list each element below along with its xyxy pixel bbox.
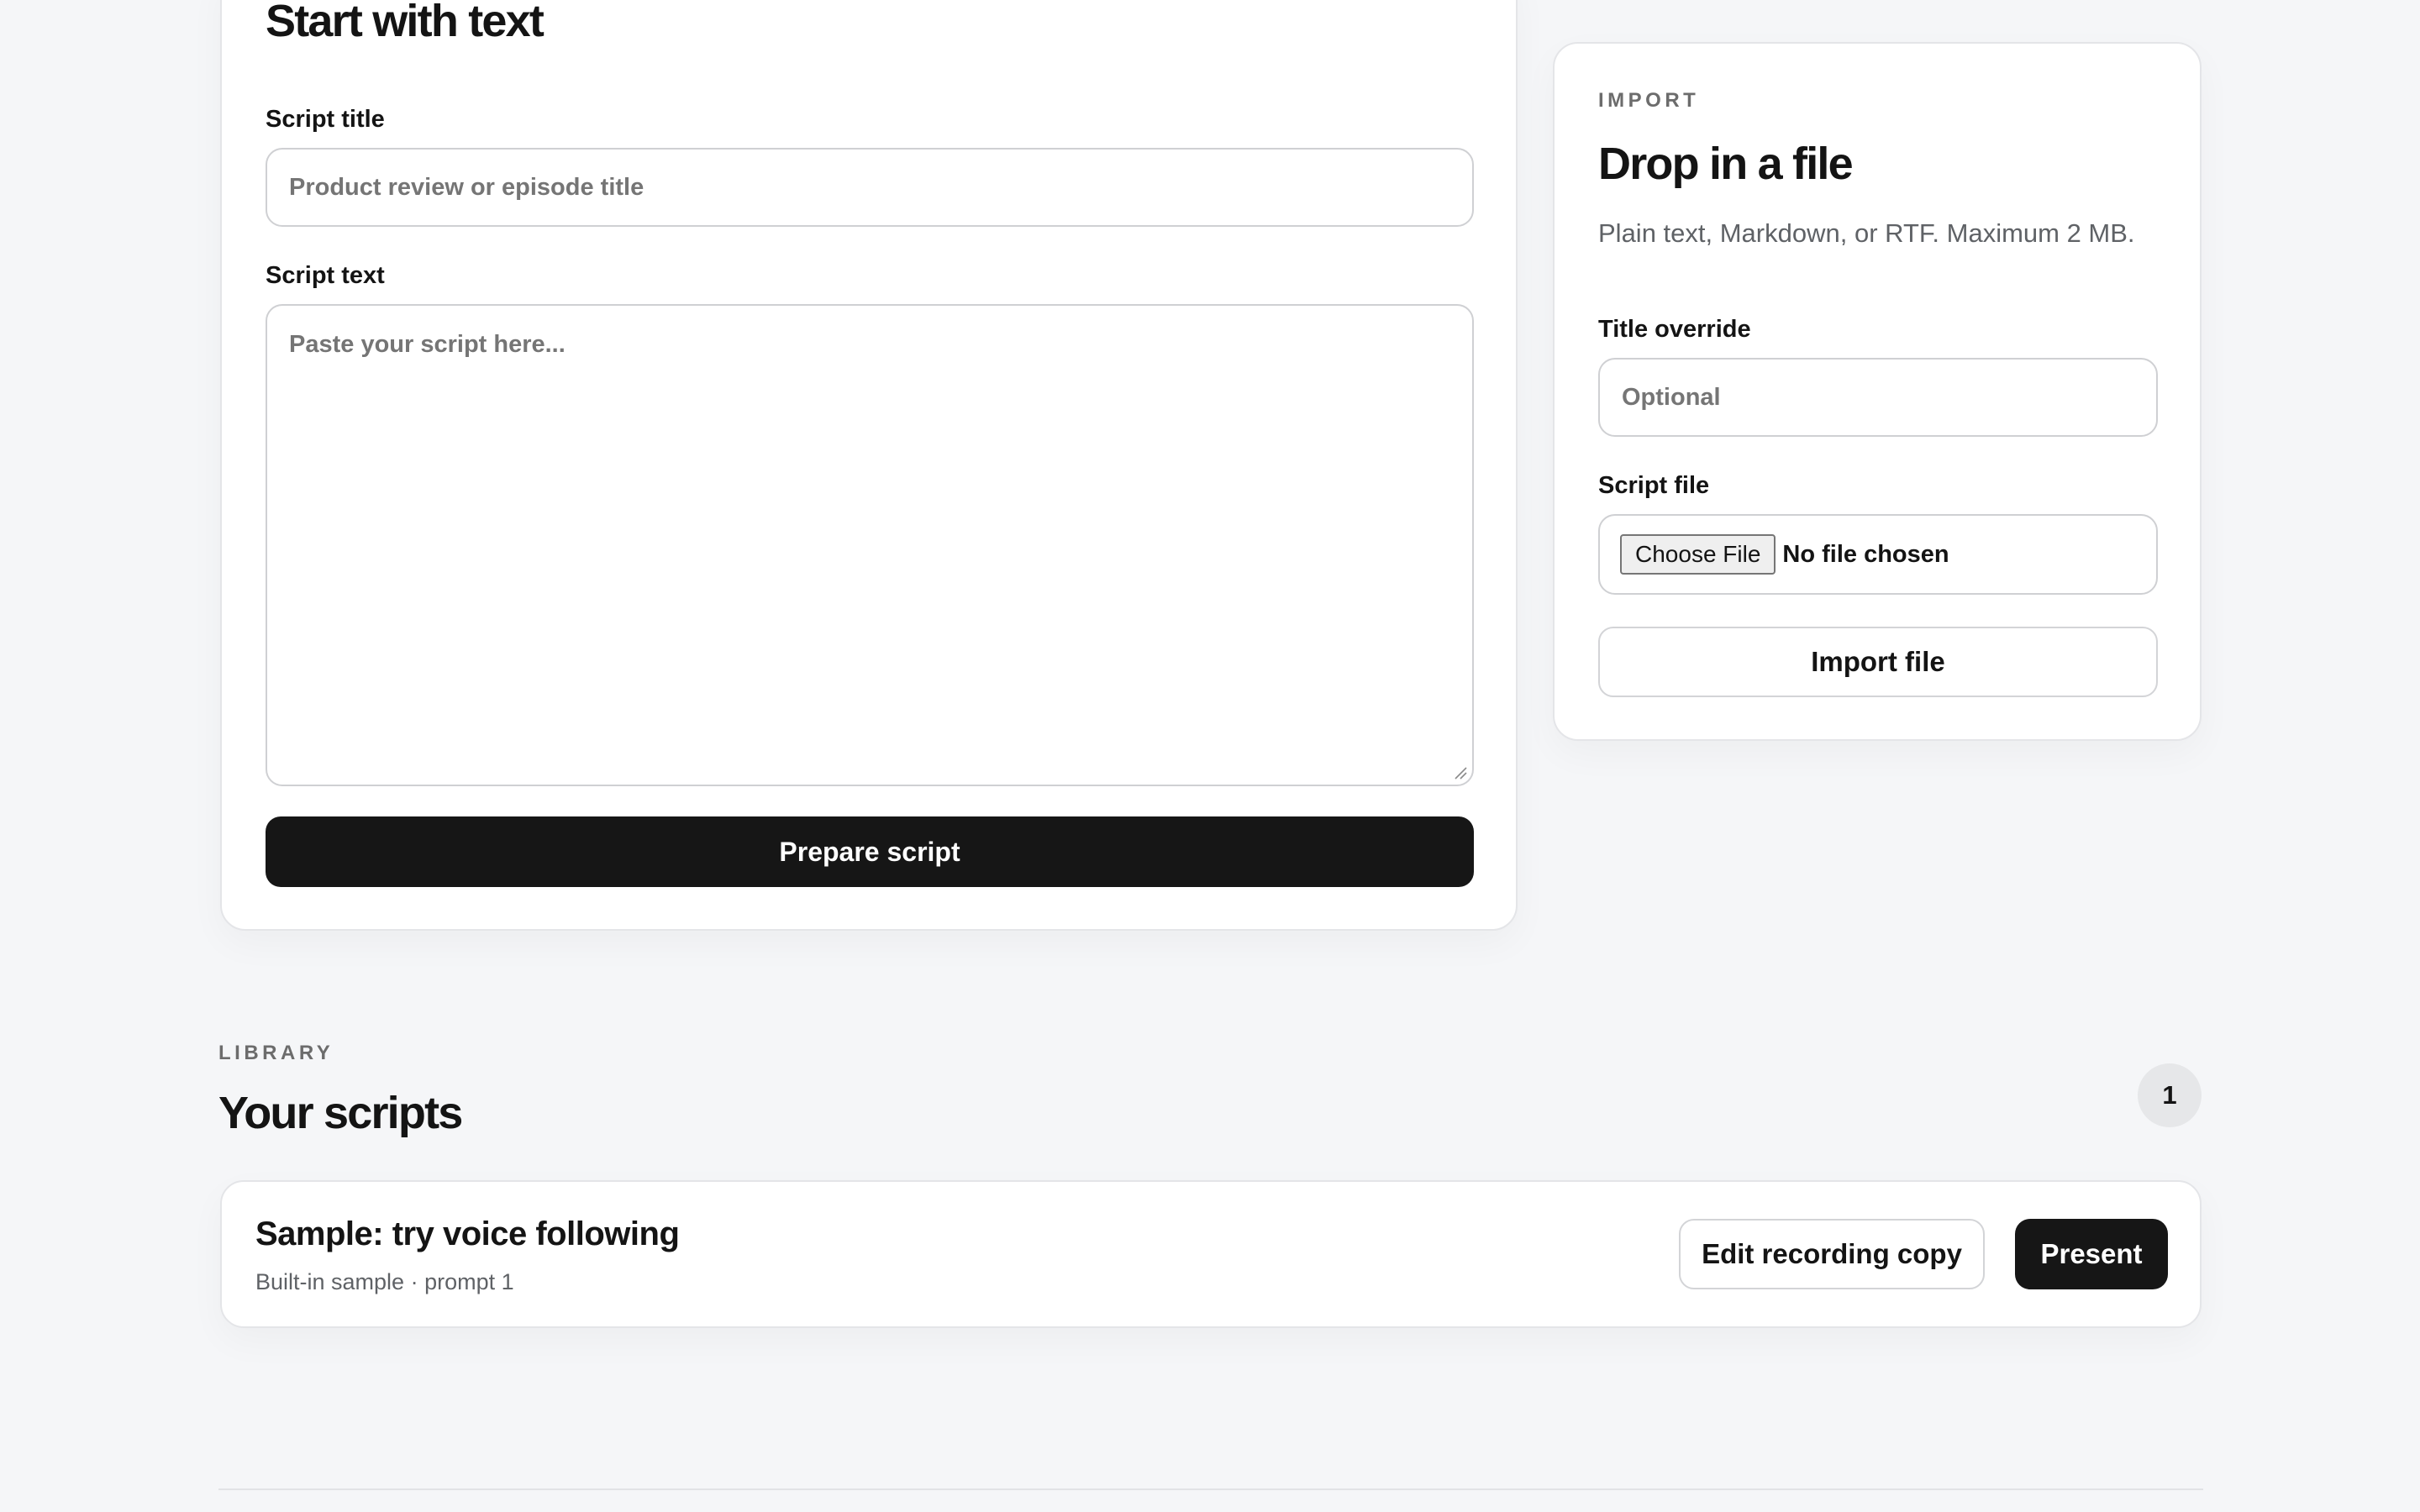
script-text-label: Script text xyxy=(266,262,385,289)
script-file-input[interactable]: Choose File No file chosen xyxy=(1598,514,2158,595)
import-eyebrow: IMPORT xyxy=(1598,89,1700,112)
import-card: IMPORT Drop in a file Plain text, Markdo… xyxy=(1553,42,2202,741)
prepare-script-button[interactable]: Prepare script xyxy=(266,816,1474,887)
footer-divider xyxy=(218,1488,2203,1490)
resize-handle-icon[interactable] xyxy=(1454,766,1467,780)
library-eyebrow: LIBRARY xyxy=(218,1042,334,1064)
script-list-item: Sample: try voice following Built-in sam… xyxy=(220,1180,2202,1328)
present-button[interactable]: Present xyxy=(2015,1219,2168,1289)
script-item-title[interactable]: Sample: try voice following xyxy=(255,1215,680,1253)
title-override-label: Title override xyxy=(1598,316,1751,343)
compose-card: Start with text Script title Script text… xyxy=(220,0,1518,931)
edit-recording-copy-button[interactable]: Edit recording copy xyxy=(1679,1219,1985,1289)
import-heading: Drop in a file xyxy=(1598,139,1854,189)
script-text-input[interactable] xyxy=(266,304,1474,786)
script-count-badge: 1 xyxy=(2138,1063,2202,1127)
script-file-label: Script file xyxy=(1598,472,1710,499)
compose-heading: Start with text xyxy=(266,0,544,46)
choose-file-button[interactable]: Choose File xyxy=(1620,534,1776,575)
script-title-label: Script title xyxy=(266,106,385,133)
title-override-input[interactable] xyxy=(1598,358,2158,437)
script-item-meta: Built-in sample · prompt 1 xyxy=(255,1269,514,1294)
import-description: Plain text, Markdown, or RTF. Maximum 2 … xyxy=(1598,218,2135,248)
file-status: No file chosen xyxy=(1782,540,1949,568)
script-title-input[interactable] xyxy=(266,148,1474,227)
library-heading: Your scripts xyxy=(218,1088,463,1138)
import-file-button[interactable]: Import file xyxy=(1598,627,2158,697)
